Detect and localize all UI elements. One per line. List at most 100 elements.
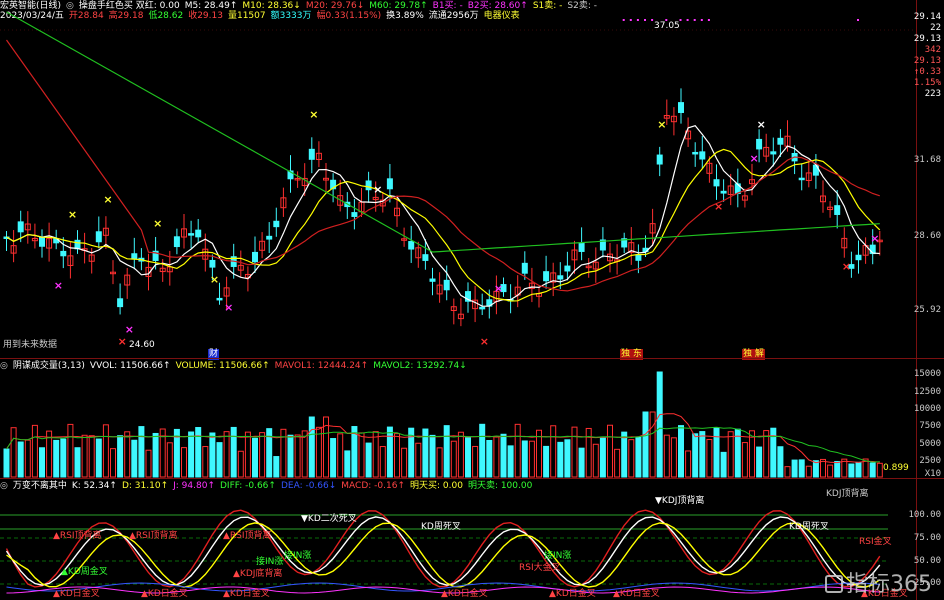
- volume-bar: [528, 440, 535, 478]
- candlestick-chart[interactable]: ××××××× ×××××××× ×××: [0, 0, 916, 358]
- candle-body: [699, 151, 706, 160]
- volume-bar: [599, 437, 606, 478]
- volume-bar: [315, 426, 322, 478]
- kd-dead-cross-2-label: ▼KD二次死叉: [301, 514, 357, 524]
- price-panel[interactable]: 宏英智能(日线) ◎ 操盘手红色买 双红: 0.00 M5: 28.49↑ M1…: [0, 0, 944, 360]
- volume-bar: [252, 437, 258, 478]
- signal-dot: [636, 19, 639, 21]
- stock-chart-window[interactable]: 宏英智能(日线) ◎ 操盘手红色买 双红: 0.00 M5: 28.49↑ M1…: [0, 0, 944, 600]
- price-axis: 29.14 22 29.13 342 29.13 ↑0.33 1.15% 223 31.68 …: [913, 0, 944, 358]
- volume-bar: [486, 439, 493, 478]
- quote-box-value: 29.13: [913, 34, 941, 44]
- ma20-line: [6, 39, 880, 292]
- volume-bar: [88, 435, 95, 478]
- candle-body: [692, 151, 699, 155]
- mavol2-line: [6, 426, 880, 463]
- volume-bar: [436, 447, 443, 478]
- volume-bar: [805, 465, 812, 478]
- candle-body: [308, 148, 315, 160]
- volume-bar: [784, 466, 791, 478]
- volume-bar: [727, 431, 734, 478]
- volume-bar: [536, 429, 542, 478]
- candle-body: [188, 233, 195, 236]
- volume-bar: [656, 371, 663, 478]
- quote-box-value: 29.13: [913, 56, 941, 66]
- volume-bar: [578, 447, 585, 478]
- volume-bar: [557, 441, 564, 478]
- volume-bar: [244, 431, 251, 478]
- volume-bar: [60, 438, 67, 478]
- volume-bar: [152, 432, 159, 478]
- volume-bar: [287, 434, 294, 478]
- candle-body: [273, 220, 280, 228]
- volume-bar: [39, 447, 45, 478]
- candle-body: [443, 279, 450, 291]
- signal-dot: [693, 19, 696, 21]
- volume-bar: [699, 431, 706, 478]
- volume-bar: [507, 445, 514, 478]
- volume-bar: [450, 440, 457, 478]
- volume-bar: [607, 424, 613, 478]
- candle-body: [408, 241, 415, 250]
- mavol1-line: [6, 413, 880, 464]
- kdj-panel[interactable]: ◎ 万变不离其中 K: 52.34↑ D: 31.10↑ J: 94.80↑ D…: [0, 478, 944, 600]
- volume-bar: [791, 459, 798, 478]
- candle-body: [39, 237, 45, 247]
- volume-chart[interactable]: [0, 359, 916, 479]
- volume-bar: [585, 427, 592, 478]
- signal-marker-icon: ×: [870, 232, 879, 245]
- volume-bar: [855, 461, 862, 478]
- candle-body: [578, 242, 585, 252]
- volume-bar: [543, 445, 550, 478]
- volume-bar: [330, 438, 337, 478]
- volume-bar: [117, 435, 124, 478]
- candle-body: [429, 278, 436, 282]
- quote-box-value: 29.14: [913, 12, 941, 22]
- candle-body: [351, 212, 358, 217]
- volume-bar: [216, 442, 223, 478]
- volume-bar: [273, 456, 280, 478]
- kdj-bottom-divergence-label: ▲KDJ底背离: [233, 569, 283, 579]
- kd-day-gold-label: ▲KD日金叉: [441, 589, 488, 599]
- candle-body: [386, 178, 393, 190]
- volume-bar: [337, 433, 344, 478]
- volume-bar: [53, 439, 60, 478]
- signal-dot: [686, 19, 689, 21]
- rsi-gold-label: RSI金叉: [859, 537, 892, 547]
- volume-bar: [592, 443, 599, 478]
- volume-bar: [798, 459, 805, 478]
- candle-body: [543, 271, 550, 282]
- kd-day-gold-label: ▲KD日金叉: [141, 589, 188, 599]
- volume-axis-label: 15000: [913, 369, 941, 379]
- volume-bar: [394, 433, 400, 478]
- volume-bar: [713, 427, 720, 478]
- kd-week-gold-label: ▲KD周金叉: [61, 567, 108, 577]
- candle-body: [209, 259, 216, 268]
- volume-bar: [692, 433, 699, 478]
- volume-bar: [223, 431, 230, 478]
- candle-body: [131, 253, 138, 260]
- candle-body: [720, 190, 727, 194]
- signal-dot: [629, 19, 632, 21]
- kdj-top-divergence-label: ▼KDJ顶背离: [655, 496, 705, 506]
- volume-bar: [230, 426, 237, 478]
- rsi-top-divergence-label: ▲RSI顶背离: [129, 531, 178, 541]
- volume-bar: [95, 438, 102, 478]
- volume-bar: [465, 437, 471, 478]
- signal-dot: [707, 19, 710, 21]
- kdj-axis-label: 50.00: [913, 556, 941, 566]
- signal-marker-icon: ×: [309, 108, 318, 121]
- volume-bar: [415, 442, 422, 478]
- volume-axis-label: 7500: [919, 421, 941, 431]
- volume-axis-label: 2500: [919, 456, 941, 466]
- candle-body: [266, 235, 273, 240]
- candle-body: [74, 239, 81, 250]
- volume-bar: [379, 446, 386, 478]
- volume-bar: [124, 431, 131, 478]
- signal-marker-icon: ×: [480, 335, 489, 348]
- volume-bar: [642, 411, 649, 478]
- volume-bar: [635, 436, 642, 478]
- signal-marker-icon: ×: [103, 193, 112, 206]
- candle-body: [479, 306, 486, 310]
- volume-panel[interactable]: ◎ 阴谋成交量(3,13) VVOL: 11506.66↑ VOLUME: 11…: [0, 358, 944, 479]
